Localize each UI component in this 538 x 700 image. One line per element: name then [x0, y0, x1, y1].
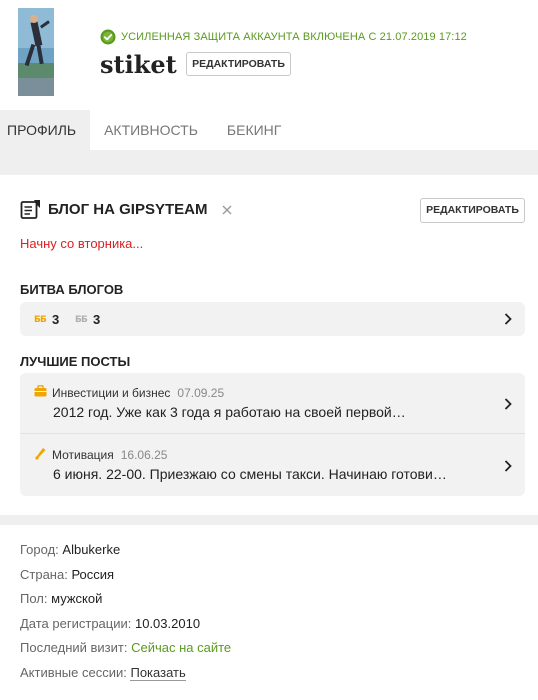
list-item[interactable]: Мотивация 16.06.25 6 июня. 22-00. Приезж… [20, 435, 525, 496]
edit-blog-button[interactable]: Редактировать [420, 198, 525, 223]
profile-header: Усиленная защита аккаунта включена с 21.… [0, 0, 538, 110]
post-date: 16.06.25 [120, 448, 168, 462]
info-row-city: Город: Albukerke [20, 542, 231, 567]
close-icon[interactable] [221, 203, 233, 215]
blog-description: Начну со вторника... [20, 236, 144, 251]
post-excerpt: 2012 год. Уже как 3 года я работаю на св… [53, 404, 406, 420]
info-value-registration: 10.03.2010 [134, 615, 201, 631]
edit-profile-button[interactable]: Редактировать [186, 52, 291, 76]
chevron-right-icon [503, 312, 513, 326]
info-label: Город: [20, 542, 59, 557]
info-value-gender: мужской [51, 591, 103, 607]
post-meta: Мотивация 16.06.25 [34, 447, 167, 463]
security-notice-text: Усиленная защита аккаунта включена с 21.… [121, 31, 467, 43]
section-divider [0, 515, 538, 525]
silver-badge-icon: Б Б [75, 312, 93, 327]
battle-stat-gold: Б Б 3 [34, 312, 59, 327]
info-row-gender: Пол: мужской [20, 591, 231, 616]
post-meta: Инвестиции и бизнес 07.09.25 [34, 385, 224, 400]
motivation-icon [34, 447, 52, 463]
best-posts-title: Лучшие посты [20, 354, 131, 369]
tab-profile[interactable]: Профиль [0, 110, 91, 150]
security-notice: Усиленная защита аккаунта включена с 21.… [100, 29, 467, 45]
info-row-country: Страна: Россия [20, 567, 231, 592]
list-item[interactable]: Инвестиции и бизнес 07.09.25 2012 год. У… [20, 373, 525, 434]
blog-title: Блог на GipsyTeam [48, 200, 208, 218]
info-label: Активные сессии: [20, 664, 127, 680]
info-value-country: Россия [71, 566, 115, 582]
blog-header: Блог на GipsyTeam [20, 198, 233, 220]
info-label: Страна: [20, 566, 68, 582]
tab-backing[interactable]: Бекинг [227, 110, 281, 150]
info-row-last-visit: Последний визит: Сейчас на сайте [20, 640, 231, 665]
battle-silver-count: 3 [93, 312, 101, 327]
post-excerpt: 6 июня. 22-00. Приезжаю со смены такси. … [53, 466, 447, 482]
battle-card[interactable]: Б Б 3 Б Б 3 [20, 302, 525, 336]
info-row-registration: Дата регистрации: 10.03.2010 [20, 616, 231, 641]
chevron-right-icon [503, 459, 513, 473]
info-value-city: Albukerke [62, 542, 121, 557]
info-label: Пол: [20, 591, 48, 607]
best-posts-list: Инвестиции и бизнес 07.09.25 2012 год. У… [20, 373, 525, 496]
battle-section-title: Битва блогов [20, 282, 124, 297]
show-sessions-link[interactable]: Показать [130, 664, 186, 681]
briefcase-icon [34, 385, 52, 400]
info-row-sessions: Активные сессии: Показать [20, 664, 231, 690]
gold-badge-icon: Б Б [34, 312, 52, 327]
profile-tabs: Профиль Активность Бекинг [0, 110, 538, 150]
shield-check-icon [100, 29, 116, 45]
blog-notepad-icon [20, 198, 42, 220]
svg-text:Б: Б [40, 315, 47, 324]
post-category: Мотивация [52, 448, 114, 462]
avatar[interactable] [18, 8, 54, 96]
username: stiket [100, 50, 177, 79]
tab-activity[interactable]: Активность [104, 110, 198, 150]
info-label: Дата регистрации: [20, 615, 132, 631]
battle-stat-silver: Б Б 3 [75, 312, 100, 327]
info-value-last-visit: Сейчас на сайте [131, 640, 232, 656]
profile-info: Город: Albukerke Страна: Россия Пол: муж… [20, 542, 231, 690]
post-category: Инвестиции и бизнес [52, 385, 171, 400]
chevron-right-icon [503, 397, 513, 411]
info-label: Последний визит: [20, 640, 128, 656]
battle-gold-count: 3 [52, 312, 60, 327]
post-date: 07.09.25 [177, 385, 225, 400]
svg-text:Б: Б [81, 315, 88, 324]
section-divider [0, 150, 538, 175]
